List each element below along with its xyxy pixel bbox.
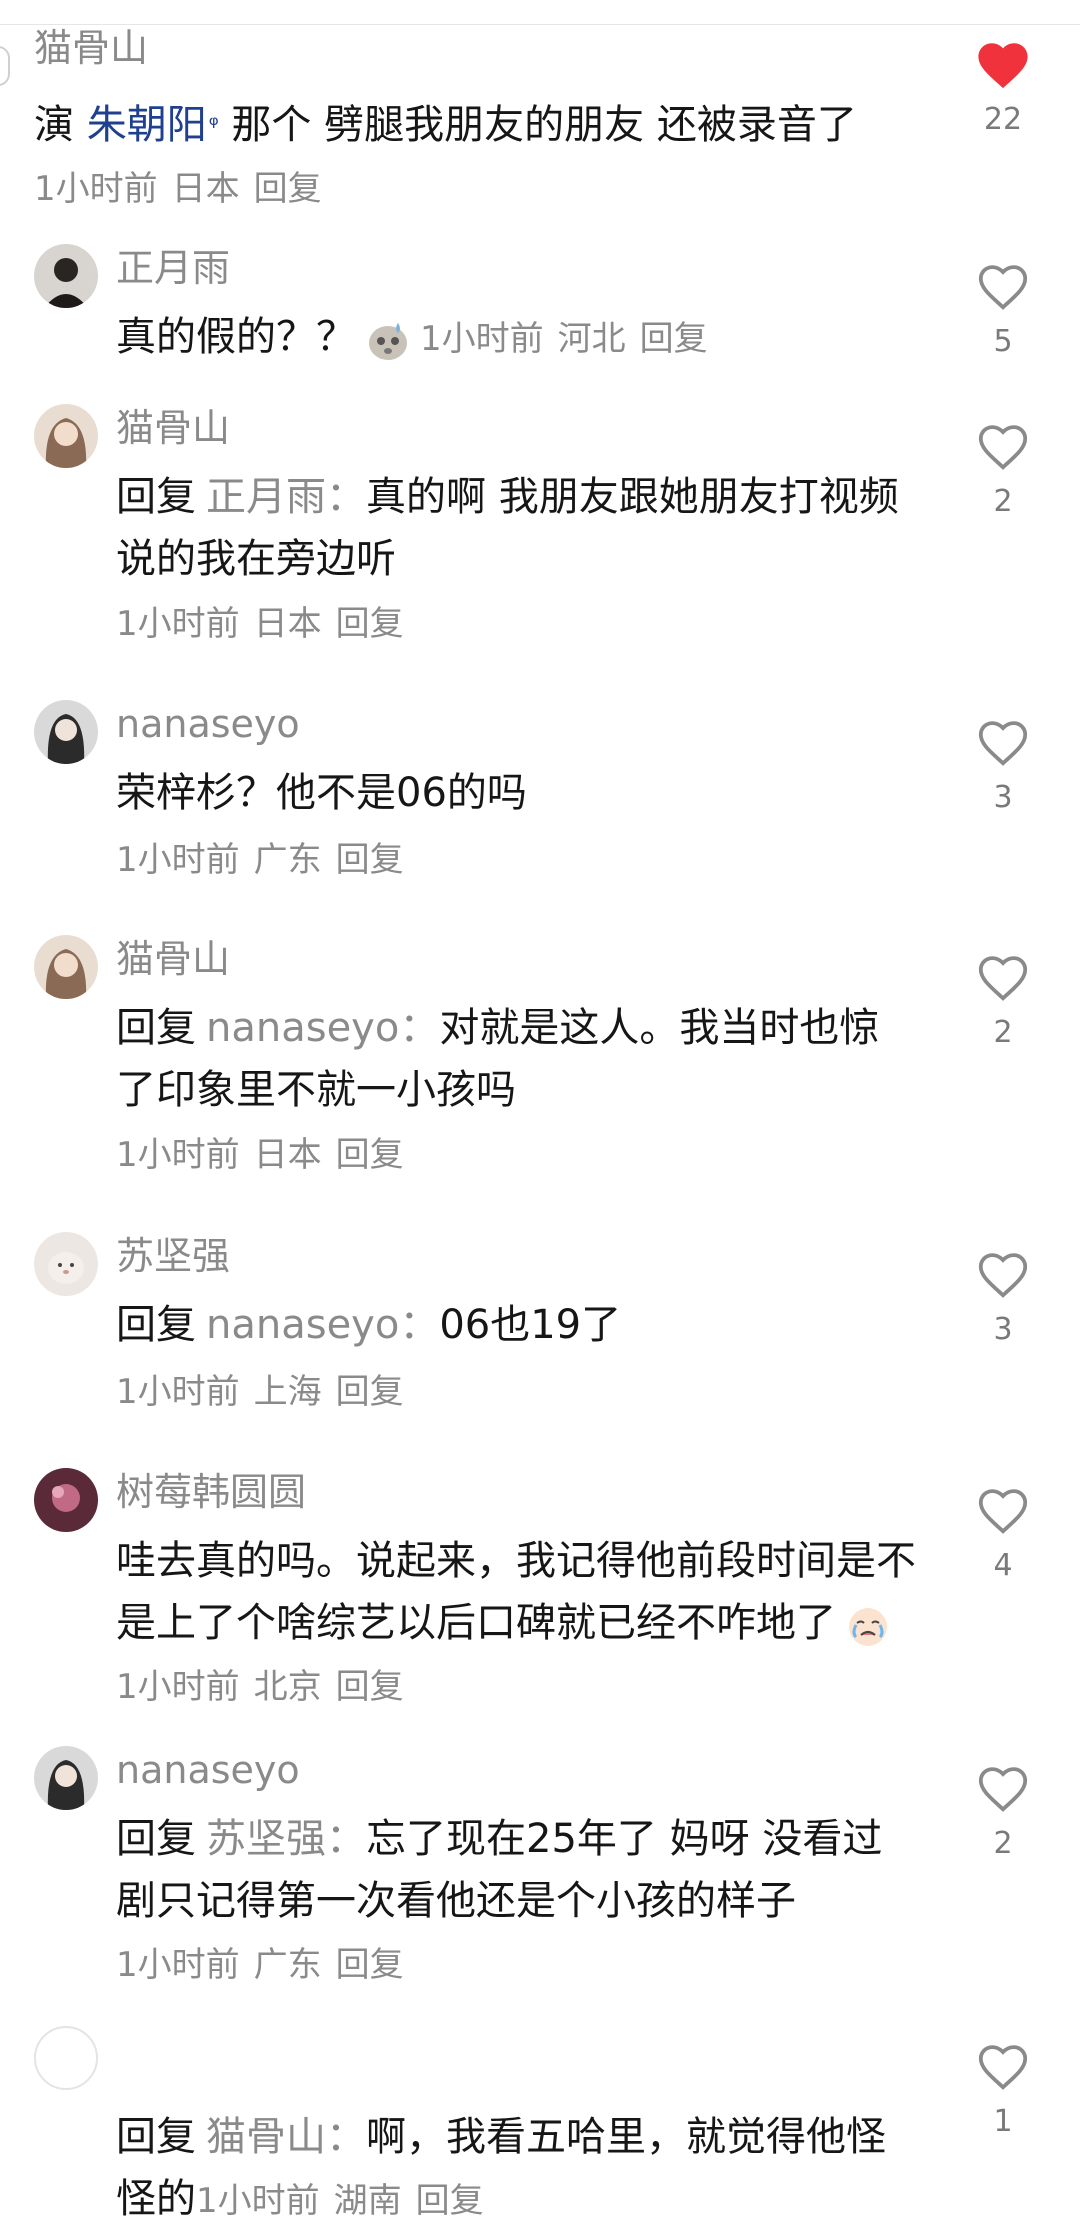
reply-button[interactable]: 回复: [336, 840, 404, 880]
heart-filled-icon[interactable]: [974, 38, 1032, 90]
like-count: 3: [993, 1312, 1013, 1347]
like-button[interactable]: 3: [968, 1248, 1038, 1347]
like-button[interactable]: 2: [968, 420, 1038, 519]
comment-thread: 猫骨山 演 朱朝阳ᵠ 那个 劈腿我朋友的朋友 还被录音了 1小时前 日本 回复 22…: [0, 0, 1080, 2231]
sweat-face-emoji: [364, 315, 412, 363]
reply-button[interactable]: 回复: [336, 1135, 404, 1175]
comment-text: 回复 nanaseyo：06也19了: [116, 1302, 622, 1348]
comment-username[interactable]: 猫骨山: [116, 406, 230, 452]
like-button[interactable]: 5: [968, 260, 1038, 359]
avatar[interactable]: [34, 1746, 98, 1810]
like-count: 3: [993, 780, 1013, 815]
comment-meta: 1小时前 日本 回复: [34, 169, 322, 209]
like-button[interactable]: 3: [968, 716, 1038, 815]
heart-outline-icon[interactable]: [974, 420, 1032, 472]
comment-meta: 1小时前 日本 回复: [116, 604, 404, 644]
comment-meta: 1小时前 广东 回复: [116, 1945, 404, 1985]
search-icon[interactable]: ᵠ: [209, 111, 219, 139]
comment-text: 回复 苏坚强：忘了现在25年了 妈呀 没看过剧只记得第一次看他还是个小孩的样子1小…: [116, 1816, 883, 1985]
like-button[interactable]: 2: [968, 1762, 1038, 1861]
comment-username[interactable]: 苏坚强: [116, 1234, 230, 1280]
avatar[interactable]: [34, 2026, 98, 2090]
like-count: 22: [983, 102, 1023, 137]
reply-target-username[interactable]: 猫骨山：: [206, 2114, 366, 2160]
comment-text: 哇去真的吗。说起来，我记得他前段时间是不是上了个啥综艺以后口碑就已经不咋地了1小…: [116, 1538, 916, 1707]
reply-target-username[interactable]: nanaseyo：: [206, 1302, 439, 1348]
reply-target-username[interactable]: 正月雨：: [206, 474, 366, 520]
comment-text: 真的假的？？ 1小时前 河北 回复: [116, 306, 916, 370]
search-link[interactable]: 朱朝阳: [87, 102, 207, 148]
like-count: 4: [993, 1548, 1013, 1583]
reply-button[interactable]: 回复: [336, 1945, 404, 1985]
comment-meta: 1小时前 河北 回复: [420, 319, 708, 359]
comment-text: 回复 猫骨山：啊，我看五哈里，就觉得他怪怪的1小时前 湖南 回复: [116, 2114, 886, 2222]
comment-meta: 1小时前 日本 回复: [116, 1135, 404, 1175]
heart-outline-icon[interactable]: [974, 716, 1032, 768]
comment-text: 回复 正月雨：真的啊 我朋友跟她朋友打视频说的我在旁边听: [116, 474, 899, 582]
like-button[interactable]: 4: [968, 1484, 1038, 1583]
top-divider: [0, 24, 1080, 25]
heart-outline-icon[interactable]: [974, 260, 1032, 312]
heart-outline-icon[interactable]: [974, 951, 1032, 1003]
reply-button[interactable]: 回复: [336, 1667, 404, 1707]
reply-button[interactable]: 回复: [254, 169, 322, 209]
reply-button[interactable]: 回复: [336, 1372, 404, 1412]
comment-meta: 1小时前 上海 回复: [116, 1372, 404, 1412]
heart-outline-icon[interactable]: [974, 2040, 1032, 2092]
reply-target-username[interactable]: 苏坚强：: [206, 1816, 366, 1862]
crying-face-emoji: [844, 1601, 892, 1649]
clipped-avatar-edge: [0, 46, 10, 86]
comment-text: 演 朱朝阳ᵠ 那个 劈腿我朋友的朋友 还被录音了 1小时前 日本 回复: [34, 102, 857, 209]
like-button[interactable]: 1: [968, 2040, 1038, 2139]
avatar[interactable]: [34, 244, 98, 308]
heart-outline-icon[interactable]: [974, 1762, 1032, 1814]
comment-username[interactable]: 猫骨山: [34, 26, 148, 72]
comment-meta: 1小时前 广东 回复: [116, 840, 404, 880]
reply-button[interactable]: 回复: [336, 604, 404, 644]
like-count: 2: [993, 1826, 1013, 1861]
reply-button[interactable]: 回复: [640, 319, 708, 359]
avatar[interactable]: [34, 1468, 98, 1532]
comment-text: 回复 nanaseyo：对就是这人。我当时也惊了印象里不就一小孩吗: [116, 1005, 880, 1113]
like-count: 5: [993, 324, 1013, 359]
avatar[interactable]: [34, 1232, 98, 1296]
comment-username[interactable]: nanaseyo: [116, 702, 300, 748]
like-button[interactable]: 22: [968, 38, 1038, 137]
heart-outline-icon[interactable]: [974, 1484, 1032, 1536]
avatar[interactable]: [34, 935, 98, 999]
comment-meta: 1小时前 北京 回复: [116, 1667, 404, 1707]
like-count: 1: [993, 2104, 1013, 2139]
heart-outline-icon[interactable]: [974, 1248, 1032, 1300]
comment-username[interactable]: 树莓韩圆圆: [116, 1470, 306, 1516]
avatar[interactable]: [34, 700, 98, 764]
comment-username[interactable]: 猫骨山: [116, 937, 230, 983]
comment-username[interactable]: 正月雨: [116, 246, 230, 292]
like-count: 2: [993, 484, 1013, 519]
avatar[interactable]: [34, 404, 98, 468]
like-count: 2: [993, 1015, 1013, 1050]
like-button[interactable]: 2: [968, 951, 1038, 1050]
comment-username[interactable]: nanaseyo: [116, 1748, 300, 1794]
reply-target-username[interactable]: nanaseyo：: [206, 1005, 439, 1051]
comment-meta: 1小时前 湖南 回复: [196, 2181, 484, 2221]
comment-text: 荣梓杉？他不是06的吗: [116, 770, 527, 816]
reply-button[interactable]: 回复: [416, 2181, 484, 2221]
